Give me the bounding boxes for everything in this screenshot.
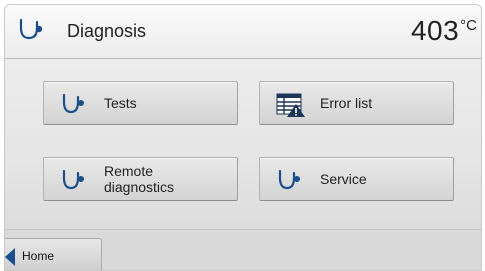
remote-diagnostics-button[interactable]: Remote diagnostics [43, 157, 238, 201]
temperature-readout: 403°C [411, 15, 477, 47]
stethoscope-icon [278, 169, 300, 190]
service-button[interactable]: Service [259, 157, 454, 201]
error-list-button-label: Error list [320, 95, 373, 111]
stethoscope-icon [62, 169, 84, 190]
tests-button[interactable]: Tests [43, 81, 238, 125]
temperature-unit: °C [460, 17, 477, 34]
diagnosis-screen: Diagnosis 403°C Tests Error list Remote … [4, 4, 482, 271]
error-list-icon [276, 93, 305, 117]
home-button[interactable]: Home [5, 238, 102, 270]
stethoscope-icon [19, 18, 43, 40]
page-title: Diagnosis [67, 21, 147, 41]
home-button-label: Home [22, 249, 55, 263]
tests-button-label: Tests [104, 95, 137, 111]
service-button-label: Service [320, 171, 367, 187]
footer-bar: Home [5, 229, 481, 270]
error-list-button[interactable]: Error list [259, 81, 454, 125]
stethoscope-icon [62, 93, 84, 114]
temperature-value: 403 [410, 15, 460, 46]
header-bar: Diagnosis 403°C [5, 5, 481, 59]
remote-diagnostics-button-label: Remote diagnostics [104, 163, 175, 195]
back-arrow-icon [5, 248, 15, 266]
button-grid: Tests Error list Remote diagnostics Serv… [5, 59, 481, 229]
